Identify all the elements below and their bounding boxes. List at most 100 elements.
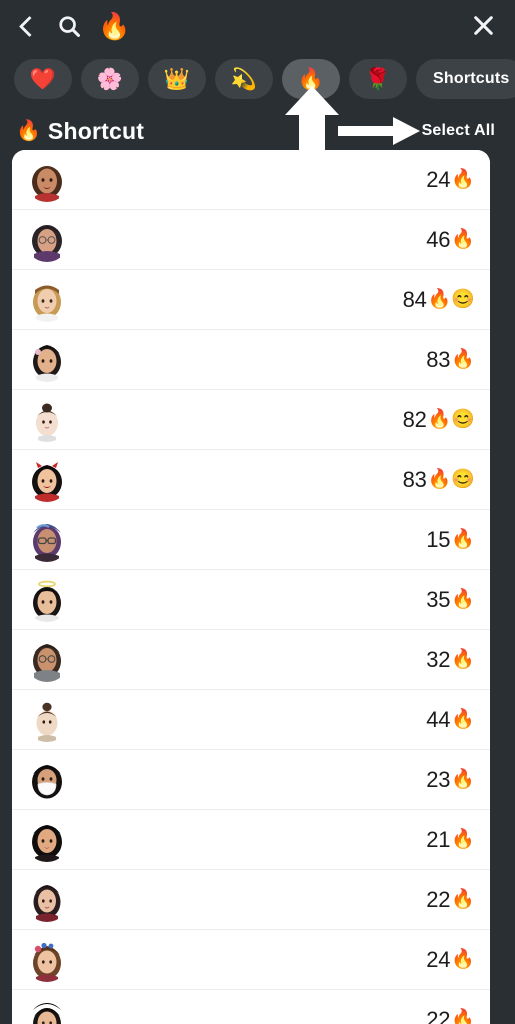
streak-emoji: 🔥😊: [427, 469, 475, 490]
streak-count: 24: [426, 946, 451, 972]
streak-emoji: 🔥😊: [427, 289, 475, 310]
table-row[interactable]: 46 🔥: [12, 210, 490, 270]
table-row[interactable]: 24 🔥: [12, 930, 490, 990]
avatar: [25, 578, 69, 622]
red-heart-emoji: ❤️: [29, 67, 57, 91]
filter-pill-flower[interactable]: 🌸: [81, 59, 139, 99]
row-metrics: 15 🔥: [426, 527, 475, 553]
table-row[interactable]: 84 🔥😊: [12, 270, 490, 330]
avatar: [25, 458, 69, 502]
table-row[interactable]: 35 🔥: [12, 570, 490, 630]
fire-emoji: 🔥: [98, 11, 131, 41]
row-metrics: 24 🔥: [426, 947, 475, 973]
streak-emoji: 🔥: [451, 889, 475, 910]
section-header: 🔥 Shortcut Select All: [0, 112, 515, 150]
rose-emoji: 🌹: [364, 67, 392, 91]
streak-count: 15: [426, 526, 451, 552]
streak-count: 22: [426, 1006, 451, 1024]
row-metrics: 32 🔥: [426, 647, 475, 673]
row-metrics: 21 🔥: [426, 827, 475, 853]
streak-count: 22: [426, 886, 451, 912]
streak-count: 83: [402, 466, 427, 492]
row-metrics: 24 🔥: [426, 167, 475, 193]
search-button[interactable]: [54, 11, 84, 41]
row-metrics: 23 🔥: [426, 767, 475, 793]
filter-pill-bar: ❤️ 🌸 👑 💫 🔥 🌹 Shortcuts: [14, 58, 515, 100]
cherry-blossom-emoji: 🌸: [96, 67, 124, 91]
streak-count: 46: [426, 226, 451, 252]
page-title: Shortcut: [47, 117, 145, 144]
avatar: [25, 398, 69, 442]
streak-count: 82: [402, 406, 427, 432]
table-row[interactable]: 32 🔥: [12, 630, 490, 690]
row-metrics: 83 🔥: [426, 347, 475, 373]
streak-emoji: 🔥: [451, 829, 475, 850]
table-row[interactable]: 44 🔥: [12, 690, 490, 750]
table-row[interactable]: 15 🔥: [12, 510, 490, 570]
filter-pill-heart[interactable]: ❤️: [14, 59, 72, 99]
streak-count: 32: [426, 646, 451, 672]
table-row[interactable]: 23 🔥: [12, 750, 490, 810]
row-metrics: 35 🔥: [426, 587, 475, 613]
streak-count: 24: [426, 166, 451, 192]
select-all-button[interactable]: Select All: [422, 122, 495, 140]
streak-count: 23: [426, 766, 451, 792]
avatar: [25, 878, 69, 922]
table-row[interactable]: 83 🔥😊: [12, 450, 490, 510]
streak-emoji: 🔥: [451, 349, 475, 370]
back-chevron-icon: [12, 11, 42, 41]
table-row[interactable]: 82 🔥😊: [12, 390, 490, 450]
filter-pill-rose[interactable]: 🌹: [349, 59, 407, 99]
section-title-group: 🔥 Shortcut: [16, 118, 144, 145]
streak-emoji: 🔥: [451, 949, 475, 970]
fire-emoji: 🔥: [297, 67, 325, 91]
avatar: [25, 998, 69, 1024]
row-metrics: 83 🔥😊: [403, 467, 475, 493]
back-button[interactable]: [12, 11, 42, 41]
table-row[interactable]: 22 🔥: [12, 870, 490, 930]
avatar: [25, 338, 69, 382]
table-row[interactable]: 24 🔥: [12, 150, 490, 210]
shortcut-friends-screen: 🔥 ❤️ 🌸 👑 💫 🔥 🌹 Shortcuts 🔥 Shortcut Sele…: [0, 0, 515, 1024]
streak-count: 84: [402, 286, 427, 312]
friends-list-card[interactable]: 24 🔥 46 🔥 84 🔥😊 83 🔥 82 🔥😊 83 🔥😊 15 🔥 35…: [12, 150, 490, 1024]
avatar: [25, 218, 69, 262]
streak-emoji: 🔥: [451, 1009, 475, 1024]
fire-emoji: 🔥: [16, 120, 41, 142]
streak-count: 44: [426, 706, 451, 732]
streak-emoji: 🔥: [451, 229, 475, 250]
avatar: [25, 818, 69, 862]
row-metrics: 82 🔥😊: [403, 407, 475, 433]
shortcuts-button[interactable]: Shortcuts: [416, 59, 515, 99]
streak-count: 83: [426, 346, 451, 372]
streak-emoji: 🔥😊: [427, 409, 475, 430]
streak-emoji: 🔥: [451, 769, 475, 790]
crown-emoji: 👑: [163, 67, 191, 91]
filter-pill-swirl[interactable]: 💫: [215, 59, 273, 99]
avatar: [25, 698, 69, 742]
avatar: [25, 758, 69, 802]
streak-emoji: 🔥: [451, 709, 475, 730]
row-metrics: 84 🔥😊: [403, 287, 475, 313]
row-metrics: 22 🔥: [426, 1007, 475, 1024]
filter-pill-fire[interactable]: 🔥: [282, 59, 340, 99]
close-button[interactable]: [467, 9, 499, 41]
dizzy-star-emoji: 💫: [230, 67, 258, 91]
avatar: [25, 278, 69, 322]
table-row[interactable]: 83 🔥: [12, 330, 490, 390]
avatar: [25, 938, 69, 982]
row-metrics: 44 🔥: [426, 707, 475, 733]
row-metrics: 46 🔥: [426, 227, 475, 253]
table-row[interactable]: 22 🔥: [12, 990, 490, 1024]
avatar: [25, 638, 69, 682]
streak-emoji: 🔥: [451, 589, 475, 610]
avatar: [25, 518, 69, 562]
streak-emoji: 🔥: [451, 529, 475, 550]
top-bar: 🔥: [0, 0, 515, 52]
streak-count: 35: [426, 586, 451, 612]
filter-pill-crown[interactable]: 👑: [148, 59, 206, 99]
streak-emoji: 🔥: [451, 649, 475, 670]
row-metrics: 22 🔥: [426, 887, 475, 913]
table-row[interactable]: 21 🔥: [12, 810, 490, 870]
streak-count: 21: [426, 826, 451, 852]
